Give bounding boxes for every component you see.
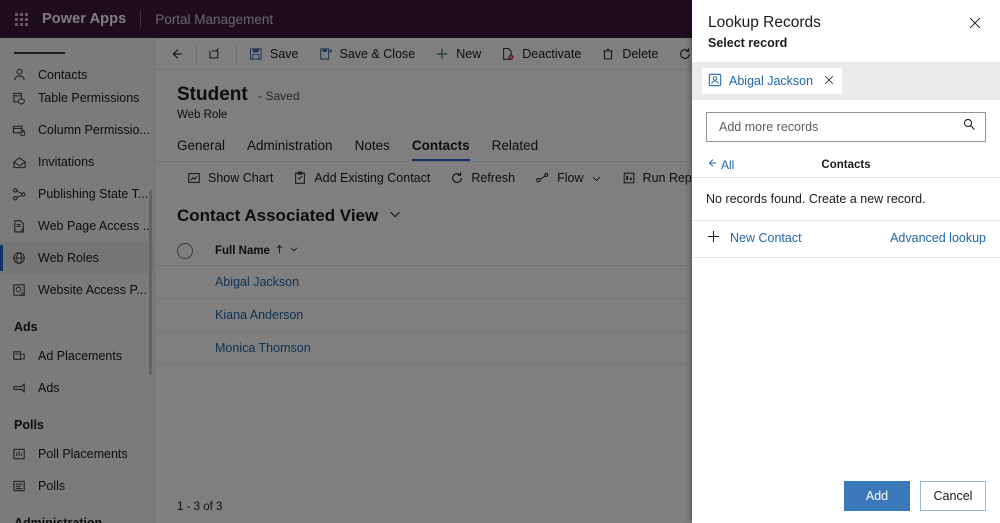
selected-record-chip[interactable]: Abigal Jackson [702,68,843,94]
remove-chip-icon[interactable] [823,73,835,89]
selected-record-name: Abigal Jackson [729,74,814,88]
lookup-actions: New Contact Advanced lookup [692,221,1000,258]
lookup-nav: All Contacts [692,152,1000,178]
lookup-records-panel: Lookup Records Select record Abigal Jack… [692,0,1000,523]
screen: Power Apps Portal Management Contacts Ta… [0,0,1000,523]
lookup-empty-message: No records found. Create a new record. [692,178,1000,221]
add-button[interactable]: Add [844,481,910,511]
lookup-entity-label: Contacts [821,158,871,171]
plus-icon [706,229,721,247]
cancel-button[interactable]: Cancel [920,481,986,511]
advanced-lookup-link[interactable]: Advanced lookup [890,231,986,245]
new-contact-label: New Contact [730,231,802,245]
search-icon[interactable] [962,117,977,137]
panel-footer: Add Cancel [692,481,1000,511]
panel-header: Lookup Records Select record [692,0,1000,50]
search-input[interactable] [717,119,962,135]
panel-subtitle: Select record [708,36,788,50]
lookup-search-area [692,100,1000,152]
close-icon[interactable] [962,10,988,36]
contact-record-icon [708,73,722,90]
panel-title: Lookup Records [708,14,821,31]
selected-records-area: Abigal Jackson [692,62,1000,100]
new-contact-button[interactable]: New Contact [706,229,802,247]
search-box[interactable] [706,112,986,142]
